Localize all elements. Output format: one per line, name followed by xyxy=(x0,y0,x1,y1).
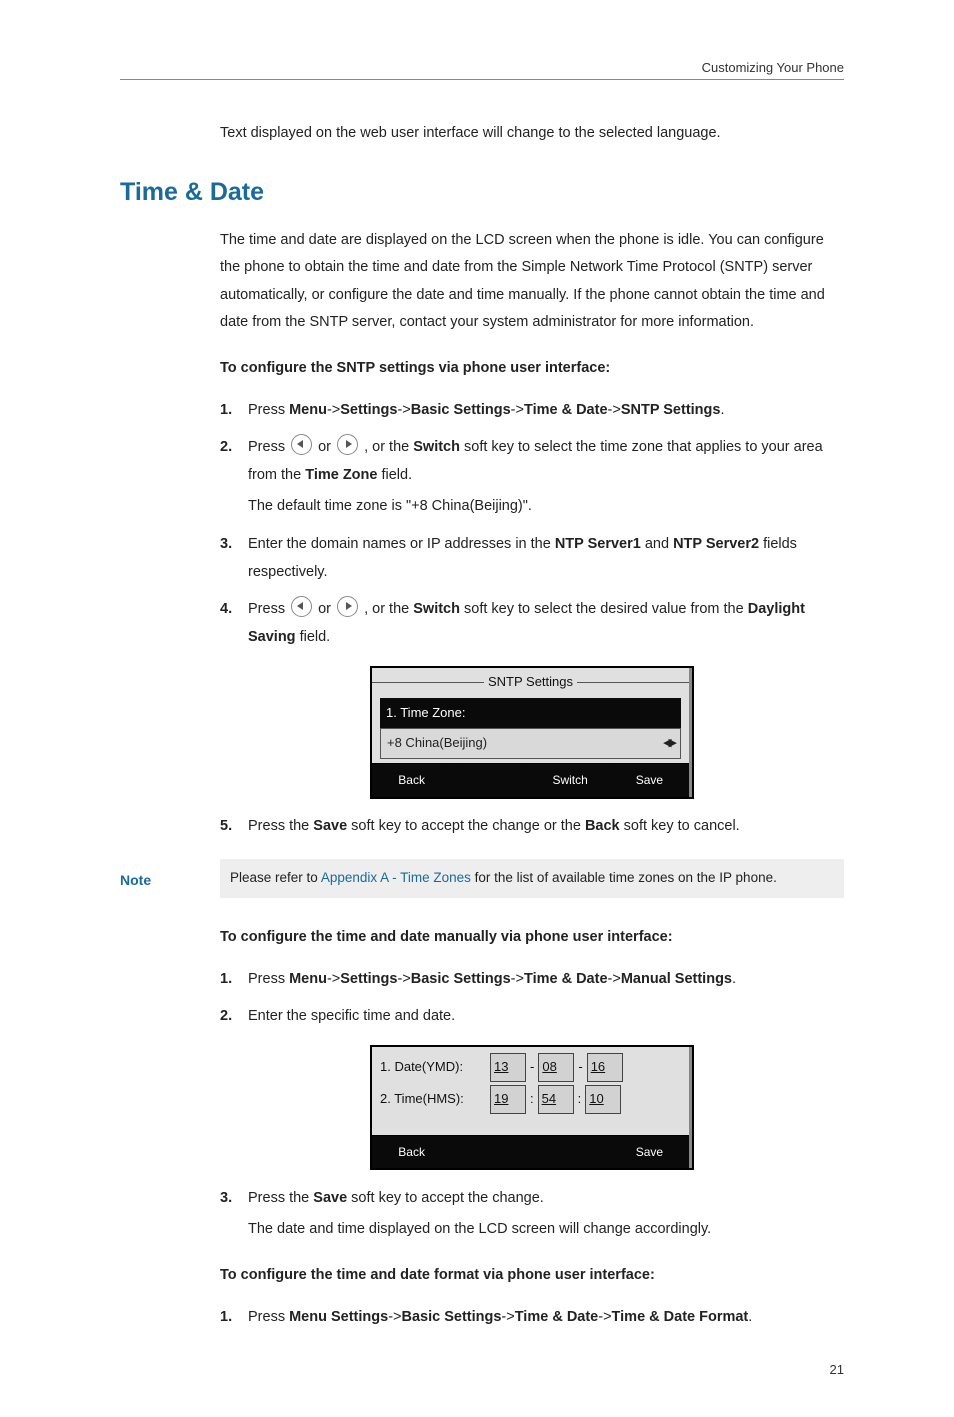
lcd-sntp-screenshot: SNTP Settings 1. Time Zone: +8 China(Bei… xyxy=(370,666,694,799)
step-subtext: The default time zone is "+8 China(Beiji… xyxy=(248,493,844,521)
appendix-link[interactable]: Appendix A - Time Zones xyxy=(321,870,471,885)
lcd-field-value: +8 China(Beijing) xyxy=(387,731,487,756)
save-softkey-ref: Save xyxy=(313,1190,347,1206)
format-steps-list: 1. Press Menu Settings->Basic Settings->… xyxy=(220,1304,844,1332)
lcd-field-label: 1. Time Zone: xyxy=(380,698,681,728)
lcd-row-label: 1. Date(YMD): xyxy=(380,1055,490,1080)
note-box: Note Please refer to Appendix A - Time Z… xyxy=(120,859,844,898)
manual-step-1: 1. Press Menu->Settings->Basic Settings-… xyxy=(220,966,844,994)
step-number: 3. xyxy=(220,1185,232,1213)
format-step-1: 1. Press Menu Settings->Basic Settings->… xyxy=(220,1304,844,1332)
softkey-blank xyxy=(453,766,528,795)
menu-path-item: Menu xyxy=(289,402,327,418)
back-softkey-ref: Back xyxy=(585,818,620,834)
menu-path-item: Settings xyxy=(340,971,397,987)
header-text: Customizing Your Phone xyxy=(702,60,844,75)
menu-path-item: Basic Settings xyxy=(411,402,511,418)
lcd-time-sec[interactable]: 10 xyxy=(585,1085,621,1114)
menu-path-item: Time & Date xyxy=(524,971,608,987)
menu-path-item: SNTP Settings xyxy=(621,402,721,418)
note-label: Note xyxy=(120,859,220,898)
softkey-blank xyxy=(453,1138,528,1167)
format-config-heading: To configure the time and date format vi… xyxy=(220,1262,844,1290)
step-number: 1. xyxy=(220,966,232,994)
lcd-date-month[interactable]: 08 xyxy=(538,1053,574,1082)
save-softkey-ref: Save xyxy=(313,818,347,834)
lcd-date-year[interactable]: 13 xyxy=(490,1053,526,1082)
manual-step-2: 2. Enter the specific time and date. xyxy=(220,1003,844,1031)
left-right-indicator-icon: ◀▶ xyxy=(663,733,674,754)
left-arrow-icon xyxy=(291,434,312,455)
right-arrow-icon xyxy=(337,596,358,617)
menu-path-item: Basic Settings xyxy=(401,1309,501,1325)
lcd-title: SNTP Settings xyxy=(372,668,689,697)
lcd-manual-screenshot: 1. Date(YMD): 13 - 08 - 16 2. Time(HMS):… xyxy=(370,1045,694,1170)
softkey-back[interactable]: Back xyxy=(374,766,449,795)
switch-softkey-ref: Switch xyxy=(413,601,460,617)
step-number: 1. xyxy=(220,1304,232,1332)
lcd-row-label: 2. Time(HMS): xyxy=(380,1087,490,1112)
sntp-steps-list: 1. Press Menu->Settings->Basic Settings-… xyxy=(220,397,844,651)
field-ref: NTP Server2 xyxy=(673,536,759,552)
field-ref: NTP Server1 xyxy=(555,536,641,552)
step-number: 1. xyxy=(220,397,232,425)
step-text: Press xyxy=(248,402,289,418)
lcd-timezone-field[interactable]: +8 China(Beijing) ◀▶ xyxy=(380,728,681,759)
softkey-blank xyxy=(533,1138,608,1167)
menu-path-item: Time & Date xyxy=(515,1309,599,1325)
sntp-step-4: 4. Press or , or the Switch soft key to … xyxy=(220,596,844,651)
overview-paragraph: The time and date are displayed on the L… xyxy=(220,227,844,337)
left-arrow-icon xyxy=(291,596,312,617)
step-number: 3. xyxy=(220,531,232,559)
softkey-save[interactable]: Save xyxy=(612,766,687,795)
lcd-softkey-row: Back Save xyxy=(372,1135,689,1169)
softkey-switch[interactable]: Switch xyxy=(533,766,608,795)
page-number: 21 xyxy=(120,1362,844,1377)
sntp-step-1: 1. Press Menu->Settings->Basic Settings-… xyxy=(220,397,844,425)
note-text: Please refer to Appendix A - Time Zones … xyxy=(220,859,844,898)
menu-path-item: Menu Settings xyxy=(289,1309,388,1325)
lcd-time-min[interactable]: 54 xyxy=(538,1085,574,1114)
sntp-config-heading: To configure the SNTP settings via phone… xyxy=(220,355,844,383)
sntp-steps-list-cont: 5. Press the Save soft key to accept the… xyxy=(220,813,844,841)
right-arrow-icon xyxy=(337,434,358,455)
sntp-step-5: 5. Press the Save soft key to accept the… xyxy=(220,813,844,841)
lcd-date-row: 1. Date(YMD): 13 - 08 - 16 xyxy=(380,1053,681,1082)
lcd-softkey-row: Back Switch Save xyxy=(372,763,689,797)
running-header: Customizing Your Phone xyxy=(120,60,844,80)
section-heading: Time & Date xyxy=(120,178,844,207)
softkey-back[interactable]: Back xyxy=(374,1138,449,1167)
lcd-time-row: 2. Time(HMS): 19 : 54 : 10 xyxy=(380,1085,681,1114)
softkey-save[interactable]: Save xyxy=(612,1138,687,1167)
lcd-time-hour[interactable]: 19 xyxy=(490,1085,526,1114)
step-number: 5. xyxy=(220,813,232,841)
menu-path-item: Basic Settings xyxy=(411,971,511,987)
manual-config-heading: To configure the time and date manually … xyxy=(220,924,844,952)
lcd-date-day[interactable]: 16 xyxy=(587,1053,623,1082)
manual-steps-list-cont: 3. Press the Save soft key to accept the… xyxy=(220,1185,844,1244)
menu-path-item: Manual Settings xyxy=(621,971,732,987)
step-number: 2. xyxy=(220,434,232,462)
menu-path-item: Menu xyxy=(289,971,327,987)
menu-path-item: Time & Date xyxy=(524,402,608,418)
step-text: Enter the specific time and date. xyxy=(248,1008,455,1024)
field-ref: Time Zone xyxy=(305,467,377,483)
step-number: 4. xyxy=(220,596,232,624)
intro-continued: Text displayed on the web user interface… xyxy=(220,120,844,148)
menu-path-item: Settings xyxy=(340,402,397,418)
switch-softkey-ref: Switch xyxy=(413,439,460,455)
manual-step-3: 3. Press the Save soft key to accept the… xyxy=(220,1185,844,1244)
sntp-step-2: 2. Press or , or the Switch soft key to … xyxy=(220,434,844,521)
manual-steps-list: 1. Press Menu->Settings->Basic Settings-… xyxy=(220,966,844,1031)
sntp-step-3: 3. Enter the domain names or IP addresse… xyxy=(220,531,844,586)
step-subtext: The date and time displayed on the LCD s… xyxy=(248,1216,844,1244)
step-number: 2. xyxy=(220,1003,232,1031)
menu-path-item: Time & Date Format xyxy=(612,1309,749,1325)
